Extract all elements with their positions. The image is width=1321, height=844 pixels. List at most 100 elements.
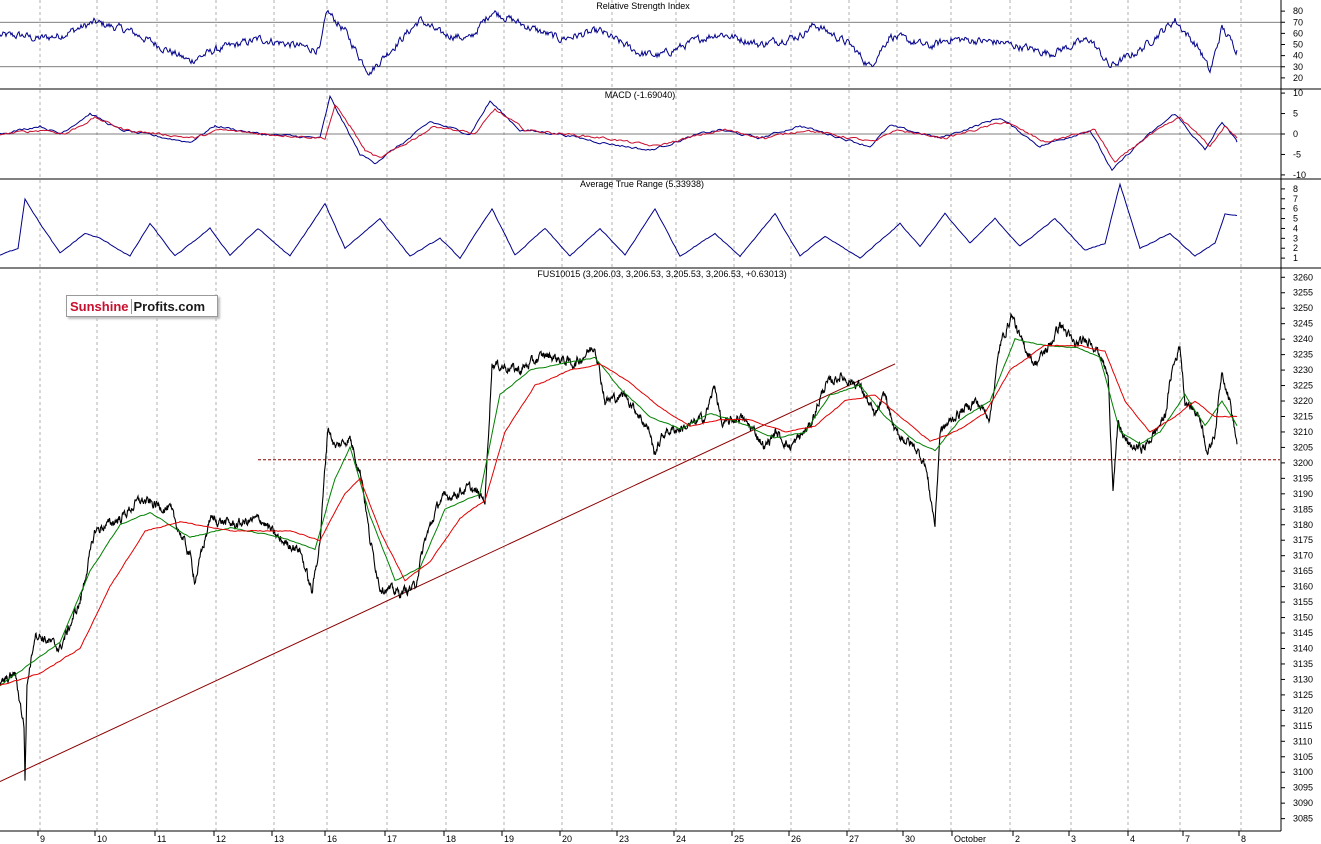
y-tick-label-1: 70: [1293, 17, 1303, 27]
x-tick-label-21: 8: [1241, 834, 1246, 844]
y-tick-label-12: 3200: [1293, 458, 1313, 468]
y-tick-label-0: 10: [1293, 88, 1303, 98]
y-tick-label-33: 3095: [1293, 783, 1313, 793]
y-tick-label-6: 20: [1293, 73, 1303, 83]
x-axis: 9 10 11 12 13 16 17 18 19 20 23 24 25 26 27 30 October 2 3…: [0, 830, 1281, 844]
y-tick-label-14: 3190: [1293, 489, 1313, 499]
price-lines: [0, 363, 1280, 782]
y-tick-label-24: 3140: [1293, 643, 1313, 653]
y-tick-label-16: 3180: [1293, 520, 1313, 530]
x-tick-label-20: 7: [1185, 834, 1190, 844]
y-tick-label-27: 3125: [1293, 690, 1313, 700]
macd-title: MACD (-1.69040): [605, 90, 676, 100]
macd-panel: MACD (-1.69040) 10 5 0 -5 -10: [0, 88, 1306, 180]
x-tick-label-12: 25: [734, 834, 744, 844]
x-tick-label-1: 10: [97, 834, 107, 844]
series-0-line: [0, 9, 1238, 76]
y-tick-label-17: 3175: [1293, 535, 1313, 545]
series-0-line: [0, 94, 1238, 172]
y-tick-label-10: 3210: [1293, 427, 1313, 437]
y-tick-label-11: 3205: [1293, 442, 1313, 452]
macd-y-axis: 10 5 0 -5 -10: [1281, 88, 1306, 180]
y-tick-label-6: 2: [1293, 243, 1298, 253]
x-tick-label-4: 13: [274, 834, 284, 844]
y-tick-label-3: -5: [1293, 149, 1301, 159]
y-tick-label-0: 3260: [1293, 272, 1313, 282]
y-tick-label-2: 6: [1293, 204, 1298, 214]
rsi-panel: Relative Strength Index 807060 50403020: [0, 1, 1303, 83]
y-tick-label-1: 5: [1293, 109, 1298, 119]
panel-frames: [0, 0, 1321, 831]
rsi-series: [0, 9, 1238, 76]
y-tick-label-2: 60: [1293, 28, 1303, 38]
y-tick-label-6: 3230: [1293, 365, 1313, 375]
x-tick-label-2: 11: [157, 834, 166, 844]
price-series: [0, 312, 1238, 781]
x-tick-label-17: 2: [1015, 834, 1020, 844]
x-tick-label-18: 3: [1071, 834, 1076, 844]
y-tick-label-5: 3235: [1293, 350, 1313, 360]
y-tick-label-23: 3145: [1293, 628, 1313, 638]
y-tick-label-31: 3105: [1293, 752, 1313, 762]
x-tick-label-0: 9: [40, 834, 45, 844]
series-0-line: [0, 312, 1238, 781]
y-tick-label-25: 3135: [1293, 659, 1313, 669]
y-tick-label-13: 3195: [1293, 473, 1313, 483]
x-tick-label-15: 30: [905, 834, 915, 844]
y-tick-label-4: 3240: [1293, 334, 1313, 344]
y-tick-label-8: 3220: [1293, 396, 1313, 406]
y-tick-label-0: 8: [1293, 184, 1298, 194]
macd-series: [0, 94, 1238, 172]
y-tick-label-4: -10: [1293, 170, 1306, 180]
y-tick-label-15: 3185: [1293, 504, 1313, 514]
trendline: [0, 363, 896, 782]
atr-title: Average True Range (5.33938): [580, 179, 704, 189]
y-tick-label-28: 3120: [1293, 705, 1313, 715]
y-tick-label-20: 3160: [1293, 582, 1313, 592]
y-tick-label-2: 3250: [1293, 303, 1313, 313]
x-tick-label-10: 23: [619, 834, 629, 844]
y-tick-label-5: 30: [1293, 62, 1303, 72]
x-tick-label-9: 20: [562, 834, 572, 844]
y-tick-label-7: 1: [1293, 253, 1298, 263]
chart-area: Relative Strength Index 80706050403020 M…: [0, 0, 1321, 844]
y-tick-label-7: 3225: [1293, 381, 1313, 391]
price-y-axis: 3260 3255 3250 3245 3240 3235 3230 3225 3220 3215…: [1281, 272, 1313, 824]
y-tick-label-4: 40: [1293, 51, 1303, 61]
rsi-y-axis: 807060 50403020: [1281, 6, 1303, 83]
y-tick-label-22: 3150: [1293, 613, 1313, 623]
y-tick-label-2: 0: [1293, 129, 1298, 139]
logo-part-2: Profits.com: [133, 298, 206, 314]
y-tick-label-35: 3085: [1293, 814, 1313, 824]
y-tick-label-26: 3130: [1293, 674, 1313, 684]
y-tick-label-1: 3255: [1293, 288, 1313, 298]
y-tick-label-3: 5: [1293, 214, 1298, 224]
x-tick-label-19: 4: [1130, 834, 1135, 844]
atr-series: [0, 182, 1238, 260]
price-title: FUS10015 (3,206.03, 3,206.53, 3,205.53, …: [537, 269, 786, 279]
y-tick-label-5: 3: [1293, 233, 1298, 243]
rsi-title: Relative Strength Index: [596, 1, 690, 11]
y-tick-label-32: 3100: [1293, 767, 1313, 777]
x-tick-label-14: 27: [849, 834, 859, 844]
y-tick-label-3: 3245: [1293, 319, 1313, 329]
x-tick-label-11: 24: [676, 834, 686, 844]
y-tick-label-34: 3090: [1293, 798, 1313, 808]
y-tick-label-29: 3115: [1293, 721, 1312, 731]
logo-part-1: Sunshine: [67, 298, 132, 314]
x-tick-label-3: 12: [216, 834, 226, 844]
x-tick-label-5: 16: [327, 834, 337, 844]
y-tick-label-19: 3165: [1293, 566, 1313, 576]
y-tick-label-30: 3110: [1293, 736, 1312, 746]
y-tick-label-4: 4: [1293, 223, 1298, 233]
sunshine-profits-logo: Sunshine Profits.com: [66, 295, 219, 317]
x-tick-label-8: 19: [504, 834, 514, 844]
y-tick-label-3: 50: [1293, 40, 1303, 50]
x-tick-label-13: 26: [791, 834, 801, 844]
series-1-line: [0, 337, 1238, 687]
y-tick-label-18: 3170: [1293, 551, 1313, 561]
atr-panel: Average True Range (5.33938) 87654321: [0, 179, 1298, 263]
series-0-line: [0, 182, 1238, 260]
y-tick-label-1: 7: [1293, 194, 1298, 204]
price-panel: FUS10015 (3,206.03, 3,206.53, 3,205.53, …: [0, 269, 1313, 824]
